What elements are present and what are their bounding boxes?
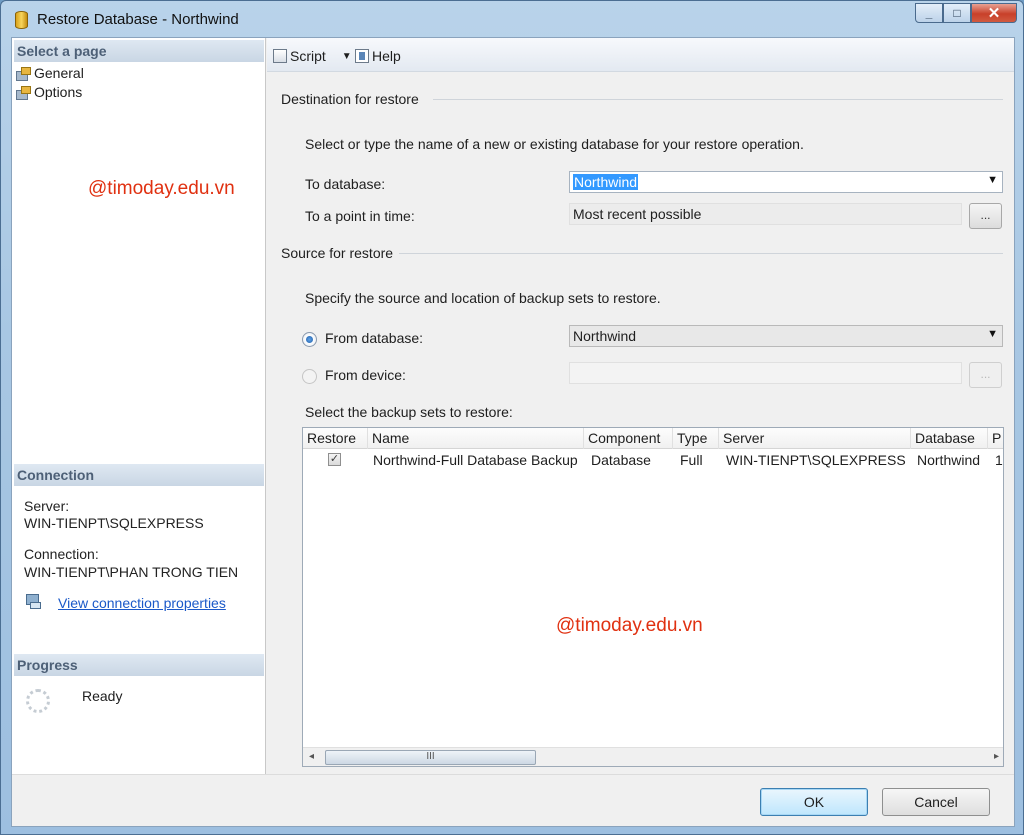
help-icon [355,49,369,63]
page-item-label: General [34,65,84,81]
group-divider [399,253,1003,254]
source-description: Specify the source and location of backu… [305,290,661,306]
cell-database: Northwind [917,452,981,468]
cell-component: Database [591,452,651,468]
cell-server: WIN-TIENPT\SQLEXPRESS [726,452,906,468]
page-properties-icon [16,85,31,100]
server-label: Server: [24,498,70,514]
window-controls: _ □ ✕ [915,3,1017,25]
title-bar[interactable]: Restore Database - Northwind _ □ ✕ [1,1,1023,37]
point-in-time-field: Most recent possible [569,203,962,225]
to-database-combobox[interactable]: Northwind ▼ [569,171,1003,193]
server-value: WIN-TIENPT\SQLEXPRESS [24,515,204,531]
column-header-database[interactable]: Database [911,428,988,449]
watermark-text: @timoday.edu.vn [88,178,235,199]
to-database-value: Northwind [573,174,639,190]
page-item-label: Options [34,84,83,100]
scrollbar-thumb[interactable]: III [325,750,536,765]
backup-sets-label: Select the backup sets to restore: [305,404,513,420]
group-divider [433,99,1003,100]
restore-checkbox[interactable]: ✓ [328,453,341,466]
from-database-radio[interactable] [302,332,317,347]
ok-button[interactable]: OK [760,788,868,816]
progress-header: Progress [14,654,264,676]
from-device-field[interactable] [569,362,962,384]
backup-sets-grid[interactable]: Restore Name Component Type Server Datab… [302,427,1004,767]
column-header-restore[interactable]: Restore [303,428,368,449]
dialog-button-bar: OK Cancel [12,774,1014,826]
from-device-browse-button[interactable]: ... [969,362,1002,388]
column-header-name[interactable]: Name [368,428,584,449]
table-row[interactable]: ✓ Northwind-Full Database Backup Databas… [303,449,1003,471]
source-group-label: Source for restore [281,245,394,261]
maximize-button[interactable]: □ [943,3,971,23]
destination-description: Select or type the name of a new or exis… [305,136,804,152]
toolbar: Script ▼ Help [267,38,1014,72]
progress-spinner-icon [26,689,50,713]
connection-label: Connection: [24,546,99,562]
from-device-label[interactable]: From device: [325,367,406,383]
cell-position: 1 [995,452,1003,468]
chevron-down-icon[interactable]: ▼ [987,174,998,186]
column-header-component[interactable]: Component [584,428,673,449]
from-database-value: Northwind [573,328,637,344]
left-pane: Select a page General Options @timoday.e… [12,38,266,774]
watermark-text: @timoday.edu.vn [556,615,703,636]
close-button[interactable]: ✕ [971,3,1017,23]
right-pane: Script ▼ Help Destination for restore Se… [267,38,1014,774]
chevron-down-icon[interactable]: ▼ [342,51,352,62]
column-header-server[interactable]: Server [719,428,911,449]
cancel-button[interactable]: Cancel [882,788,990,816]
view-connection-properties-link[interactable]: View connection properties [58,595,226,611]
script-label: Script [290,48,326,64]
scroll-left-icon[interactable]: ◂ [309,751,314,762]
point-in-time-label: To a point in time: [305,208,415,224]
column-header-type[interactable]: Type [673,428,719,449]
cell-type: Full [680,452,703,468]
page-item-general[interactable]: General [16,65,84,81]
grid-header: Restore Name Component Type Server Datab… [303,428,1003,449]
progress-status: Ready [82,688,123,704]
destination-group-label: Destination for restore [281,91,419,107]
from-database-combobox[interactable]: Northwind ▼ [569,325,1003,347]
from-database-label[interactable]: From database: [325,330,423,346]
connection-properties-icon [26,594,41,609]
column-header-position[interactable]: P [988,428,1003,449]
scroll-right-icon[interactable]: ▸ [994,751,999,762]
chevron-down-icon[interactable]: ▼ [987,328,998,340]
database-icon [15,11,28,29]
horizontal-scrollbar[interactable]: ◂ III ▸ [303,747,1003,766]
help-label: Help [372,48,401,64]
select-page-header: Select a page [14,40,264,62]
window-title: Restore Database - Northwind [37,11,239,28]
restore-database-window: Restore Database - Northwind _ □ ✕ Selec… [0,0,1024,835]
point-in-time-browse-button[interactable]: ... [969,203,1002,229]
script-button[interactable]: Script ▼ [273,48,352,64]
cell-name: Northwind-Full Database Backup [373,452,578,468]
help-button[interactable]: Help [355,48,401,64]
page-properties-icon [16,66,31,81]
script-icon [273,49,287,63]
dialog-client-area: Select a page General Options @timoday.e… [11,37,1015,827]
page-item-options[interactable]: Options [16,84,82,100]
to-database-label: To database: [305,176,386,192]
connection-value: WIN-TIENPT\PHAN TRONG TIEN [24,564,239,580]
minimize-button[interactable]: _ [915,3,943,23]
from-device-radio[interactable] [302,369,317,384]
point-in-time-value: Most recent possible [573,206,702,222]
connection-header: Connection [14,464,264,486]
